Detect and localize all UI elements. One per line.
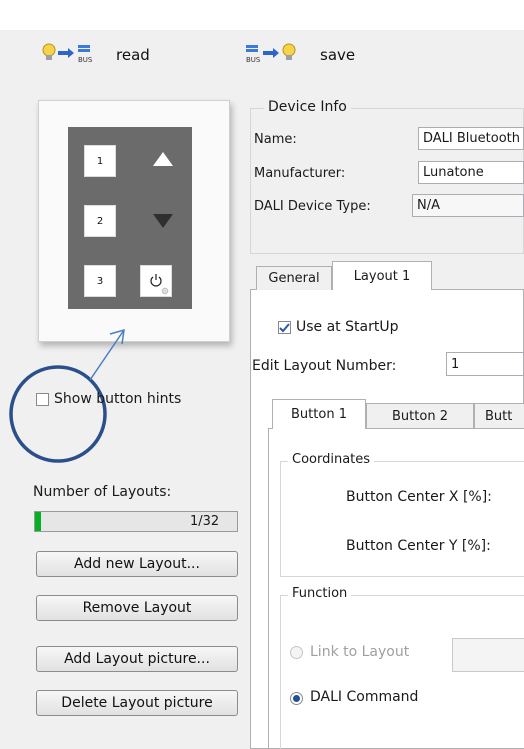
add-layout-picture-button[interactable]: Add Layout picture...	[36, 646, 238, 672]
show-hints-label: Show button hints	[54, 391, 182, 407]
manufacturer-field[interactable]: Lunatone	[418, 161, 524, 184]
read-button[interactable]: BUS read	[40, 42, 150, 68]
svg-text:BUS: BUS	[246, 56, 261, 64]
edit-layout-number-field[interactable]: 1	[446, 352, 524, 376]
preview-button-3[interactable]: 3	[84, 265, 116, 297]
show-hints-checkbox[interactable]	[36, 393, 49, 406]
save-button[interactable]: BUS save	[244, 42, 355, 68]
manufacturer-label: Manufacturer:	[254, 166, 346, 181]
delete-layout-picture-button[interactable]: Delete Layout picture	[36, 690, 238, 716]
tab-button-2[interactable]: Button 2	[366, 403, 474, 429]
remove-layout-button[interactable]: Remove Layout	[36, 595, 238, 621]
link-to-layout-dropdown[interactable]	[452, 638, 524, 672]
center-y-label: Button Center Y [%]:	[346, 538, 491, 554]
link-to-layout-radio[interactable]	[290, 646, 303, 659]
bus-to-bulb-icon: BUS	[244, 42, 314, 68]
tab-general[interactable]: General	[256, 266, 332, 290]
preview-button-power[interactable]	[140, 265, 172, 297]
function-group	[280, 595, 524, 749]
link-to-layout-label: Link to Layout	[310, 644, 410, 660]
coordinates-group	[280, 461, 524, 577]
preview-button-1[interactable]: 1	[84, 145, 116, 177]
layouts-progress-text: 1/32	[190, 514, 220, 529]
arrow-up-icon	[152, 150, 174, 172]
svg-text:BUS: BUS	[78, 56, 93, 64]
center-x-label: Button Center X [%]:	[346, 489, 492, 505]
check-icon	[279, 323, 290, 333]
arrow-down-icon	[152, 212, 174, 234]
device-info-legend: Device Info	[264, 99, 351, 115]
read-label: read	[116, 46, 150, 64]
name-field[interactable]: DALI Bluetooth	[418, 127, 524, 150]
number-of-layouts-label: Number of Layouts:	[33, 484, 172, 500]
dali-command-label: DALI Command	[310, 689, 419, 705]
save-label: save	[320, 46, 356, 64]
preview-button-2[interactable]: 2	[84, 205, 116, 237]
device-type-field[interactable]: N/A	[412, 194, 524, 217]
power-icon	[150, 274, 169, 295]
tab-layout-1[interactable]: Layout 1	[332, 261, 432, 290]
layouts-progress-fill	[35, 512, 42, 531]
device-type-label: DALI Device Type:	[254, 199, 371, 214]
function-legend: Function	[288, 586, 352, 601]
edit-layout-number-label: Edit Layout Number:	[252, 358, 397, 374]
radio-dot	[293, 695, 300, 702]
dali-command-radio[interactable]	[290, 692, 303, 705]
coordinates-legend: Coordinates	[288, 452, 375, 467]
add-new-layout-button[interactable]: Add new Layout...	[36, 551, 238, 577]
use-at-startup-label: Use at StartUp	[296, 319, 399, 335]
use-at-startup-checkbox[interactable]	[278, 321, 291, 334]
top-strip	[0, 0, 524, 30]
tab-button-3[interactable]: Butt	[474, 403, 524, 429]
bulb-to-bus-icon: BUS	[40, 42, 110, 68]
name-label: Name:	[254, 132, 297, 147]
tab-button-1[interactable]: Button 1	[272, 399, 366, 429]
